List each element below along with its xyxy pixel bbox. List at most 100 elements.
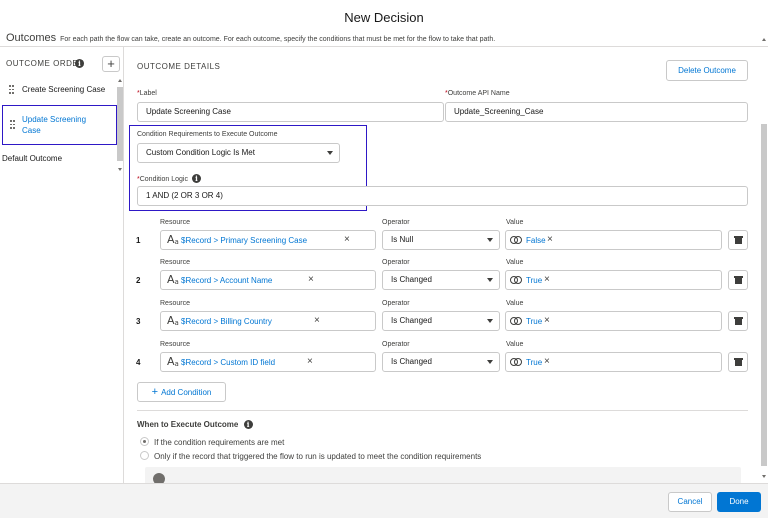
value-column-label: Value [506,219,524,226]
remove-resource-icon[interactable]: × [314,315,320,326]
trash-icon [734,276,743,284]
condition-operator-select[interactable]: Is Changed [382,352,500,372]
divider [137,410,748,411]
remove-value-icon[interactable]: × [544,315,550,326]
operator-value: Is Null [391,235,414,244]
value-pill: True [526,358,543,367]
outcome-list-scrollbar[interactable] [117,79,123,171]
delete-condition-button[interactable] [728,230,748,250]
label-input[interactable]: Update Screening Case [137,102,444,122]
text-type-icon: Aa [167,273,179,286]
chevron-down-icon [327,151,333,155]
cancel-button[interactable]: Cancel [668,492,712,512]
api-name-input[interactable]: Update_Screening_Case [445,102,748,122]
info-icon[interactable]: i [75,59,84,68]
operator-value: Is Changed [391,357,432,366]
remove-resource-icon[interactable]: × [308,274,314,285]
operator-column-label: Operator [382,219,410,226]
info-note-box [145,467,741,483]
info-icon[interactable]: i [191,174,201,183]
condition-value-field[interactable]: True × [505,352,722,372]
operator-column-label: Operator [382,259,410,266]
label-field-label: *Label [137,90,157,97]
chevron-down-icon [487,238,493,242]
condition-resource-field[interactable]: Aa $Record > Account Name × [160,270,376,290]
execute-when-met-radio[interactable] [140,437,149,446]
section-description-text: For each path the flow can take, create … [60,36,496,43]
outcome-item-update-screening-case[interactable]: Update Screening Case [2,105,117,145]
when-to-execute-title: When to Execute Outcome i [137,420,253,429]
delete-condition-button[interactable] [728,352,748,372]
condition-resource-field[interactable]: Aa $Record > Custom ID field × [160,352,376,372]
scroll-down-icon[interactable] [118,168,122,171]
remove-resource-icon[interactable]: × [344,234,350,245]
resource-pill: $Record > Billing Country [181,317,272,326]
scroll-down-icon[interactable] [762,475,766,478]
remove-value-icon[interactable]: × [544,274,550,285]
section-description: Outcomes For each path the flow can take,… [6,32,762,46]
add-outcome-button[interactable]: + [102,56,120,72]
resource-pill: $Record > Primary Screening Case [181,236,308,245]
scroll-up-icon[interactable] [762,38,766,41]
text-type-icon: Aa [167,314,179,327]
condition-row-number: 2 [136,276,141,285]
outcome-details-title: OUTCOME DETAILS [137,62,221,71]
operator-column-label: Operator [382,341,410,348]
chevron-down-icon [487,319,493,323]
info-icon [153,473,165,483]
condition-resource-field[interactable]: Aa $Record > Billing Country × [160,311,376,331]
condition-row-number: 3 [136,317,141,326]
condition-resource-field[interactable]: Aa $Record > Primary Screening Case × [160,230,376,250]
condition-value-field[interactable]: True × [505,270,722,290]
chevron-down-icon [487,278,493,282]
remove-resource-icon[interactable]: × [307,356,313,367]
delete-condition-button[interactable] [728,270,748,290]
drag-handle-icon[interactable] [10,120,15,129]
operator-value: Is Changed [391,275,432,284]
condition-requirements-label: Condition Requirements to Execute Outcom… [137,131,278,138]
outcome-order-header: OUTCOME ORDER i + [6,56,120,72]
outcome-item-default[interactable]: Default Outcome [0,153,116,167]
drag-handle-icon[interactable] [9,85,14,94]
condition-operator-select[interactable]: Is Null [382,230,500,250]
remove-value-icon[interactable]: × [544,356,550,367]
outcome-details-panel: OUTCOME DETAILS Delete Outcome *Label Up… [125,47,760,483]
execute-when-met-label: If the condition requirements are met [154,438,285,447]
value-pill: True [526,276,543,285]
value-column-label: Value [506,259,524,266]
condition-value-field[interactable]: True × [505,311,722,331]
condition-operator-select[interactable]: Is Changed [382,311,500,331]
scrollbar-thumb[interactable] [117,87,123,161]
condition-logic-input[interactable]: 1 AND (2 OR 3 OR 4) [137,186,748,206]
condition-value-field[interactable]: False × [505,230,722,250]
outcome-item-create-screening-case[interactable]: Create Screening Case [0,81,116,99]
value-column-label: Value [506,300,524,307]
execute-only-if-updated-radio[interactable] [140,451,149,460]
condition-requirements-value: Custom Condition Logic Is Met [146,148,255,157]
main-scrollbar[interactable] [760,32,768,483]
outcome-order-panel: OUTCOME ORDER i + Create Screening Case … [0,47,124,483]
execute-only-if-updated-label: Only if the record that triggered the fl… [154,452,482,461]
delete-condition-button[interactable] [728,311,748,331]
done-button[interactable]: Done [717,492,761,512]
add-condition-button[interactable]: + Add Condition [137,382,226,402]
condition-logic-label: *Condition Logic i [137,174,201,183]
section-heading: Outcomes [6,32,57,44]
delete-outcome-button[interactable]: Delete Outcome [666,60,748,81]
condition-operator-select[interactable]: Is Changed [382,270,500,290]
outcome-item-label: Create Screening Case [22,85,106,94]
modal-footer: Cancel Done [0,483,768,518]
resource-column-label: Resource [160,259,190,266]
condition-requirements-select[interactable]: Custom Condition Logic Is Met [137,143,340,163]
value-column-label: Value [506,341,524,348]
trash-icon [734,358,743,366]
condition-row-number: 1 [136,236,141,245]
trash-icon [734,236,743,244]
resource-column-label: Resource [160,219,190,226]
resource-column-label: Resource [160,300,190,307]
scroll-up-icon[interactable] [118,79,122,82]
remove-value-icon[interactable]: × [547,234,553,245]
scrollbar-thumb[interactable] [761,124,767,466]
add-icon: + [151,386,159,398]
info-icon[interactable]: i [243,420,253,429]
